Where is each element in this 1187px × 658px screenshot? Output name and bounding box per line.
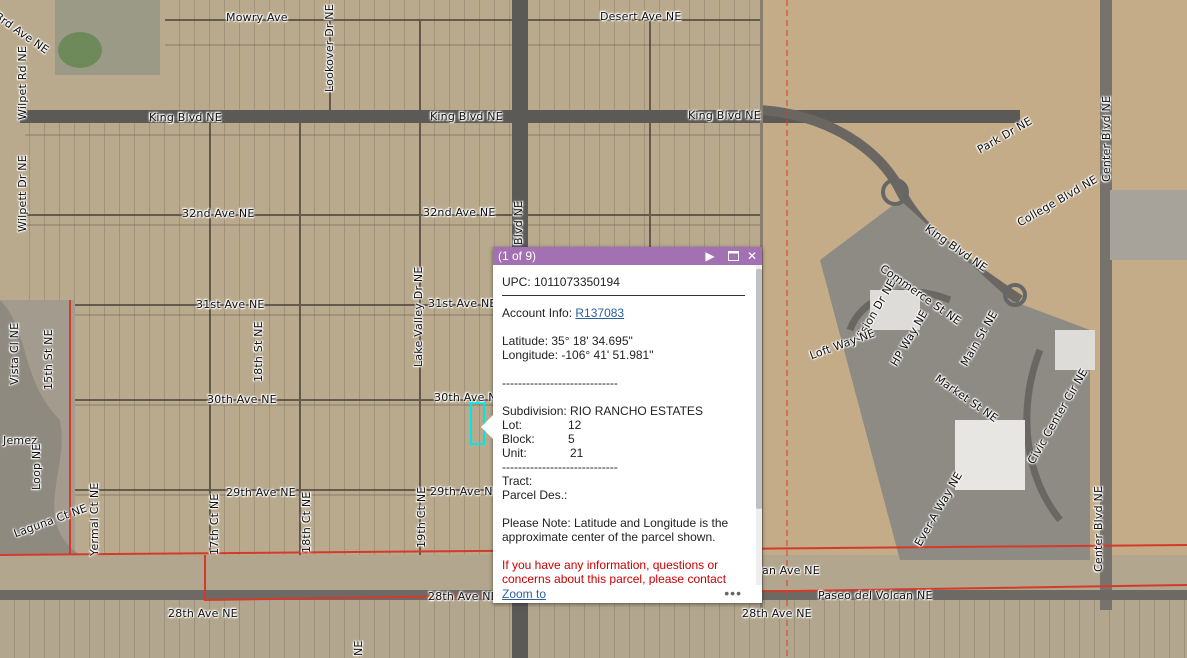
scrollbar-thumb[interactable]	[756, 269, 762, 509]
parcel-popup: (1 of 9) ▶ ✕ UPC: 1011073350194 Account …	[481, 247, 762, 603]
subdivision-text: Subdivision: RIO RANCHO ESTATES	[502, 404, 703, 418]
popup-pointer	[481, 415, 493, 439]
account-label: Account Info:	[502, 306, 576, 320]
divider	[502, 295, 745, 296]
unit-label: Unit:	[502, 446, 527, 460]
street-label: 28th Ave NE	[742, 607, 812, 620]
close-icon[interactable]: ✕	[744, 247, 760, 265]
street-label: 32nd Ave NE	[182, 207, 255, 220]
unit-value: 21	[570, 446, 584, 460]
block-row: Block: 5	[502, 432, 745, 446]
lot-row: Lot: 12	[502, 418, 745, 432]
street-label: Vista Cl NE	[8, 322, 21, 385]
street-label: 29th Ave NE	[226, 486, 296, 499]
divider-text: -----------------------------	[502, 460, 618, 474]
street-label: King Blvd NE	[430, 110, 503, 123]
street-label: 30th Ave N	[434, 391, 497, 404]
street-label: 30th Ave NE	[207, 393, 277, 406]
maximize-icon[interactable]	[725, 247, 741, 265]
divider-text: -----------------------------	[502, 376, 618, 390]
latitude-text: Latitude: 35° 18' 34.695"	[502, 334, 633, 348]
street-label: 29th Ave NE	[430, 485, 500, 498]
street-label: Mowry Ave	[226, 11, 288, 24]
street-label: 18th St NE	[252, 321, 265, 382]
popup-header: (1 of 9) ▶ ✕	[493, 247, 762, 265]
street-label: Loop NE	[30, 443, 43, 490]
street-label: Wilpet Rd NE	[16, 45, 29, 120]
street-label: 31st Ave NE	[428, 297, 497, 310]
tract-text: Tract:	[502, 474, 533, 488]
popup-footer: Zoom to •••	[493, 585, 754, 603]
lot-value: 12	[568, 418, 582, 432]
popup-content: UPC: 1011073350194 Account Info: R137083…	[493, 265, 754, 603]
account-link[interactable]: R137083	[575, 306, 624, 320]
street-label: 17th Ct NE	[208, 493, 221, 555]
street-label: 31st Ave NE	[196, 298, 265, 311]
street-label: Wilpett Dr NE	[16, 155, 29, 232]
play-icon[interactable]: ▶	[702, 247, 718, 265]
street-label: 15th St NE	[42, 329, 55, 390]
street-label: King Blvd NE	[688, 109, 761, 122]
street-label: Lake Valley Dr NE	[412, 266, 425, 367]
street-label: an Ave NE	[762, 564, 820, 577]
street-label: Center Blvd NE	[1100, 95, 1113, 182]
note-text: Please Note: Latitude and Longitude is t…	[502, 516, 729, 544]
zoom-to-link[interactable]: Zoom to	[502, 587, 546, 601]
block-value: 5	[568, 432, 575, 446]
street-label: Blvd NE	[512, 200, 525, 245]
street-label: Lookover Dr NE	[323, 4, 336, 92]
street-label: 32nd Ave NE	[423, 206, 496, 219]
street-label: 28th Ave NE	[168, 607, 238, 620]
account-info: Account Info: R137083	[502, 306, 745, 320]
street-label: 19th Ct NE	[415, 486, 428, 548]
warning-text: If you have any information, questions o…	[502, 558, 727, 586]
more-options-icon[interactable]: •••	[724, 585, 742, 601]
street-label: Center Blvd NE	[1092, 485, 1105, 572]
street-label: Desert Ave NE	[600, 10, 682, 23]
upc-text: UPC: 1011073350194	[502, 275, 620, 289]
unit-row: Unit: 21	[502, 446, 745, 460]
street-label: NE	[352, 640, 365, 656]
street-label: Yermal Ct NE	[88, 482, 101, 556]
block-label: Block:	[502, 432, 535, 446]
street-label: 18th Ct NE	[300, 491, 313, 553]
street-label: King Blvd NE	[149, 111, 222, 124]
parcel-des-text: Parcel Des.:	[502, 488, 568, 502]
street-label: Paseo del Volcan NE	[818, 589, 933, 602]
longitude-text: Longitude: -106° 41' 51.981"	[502, 348, 654, 362]
popup-title: (1 of 9)	[498, 249, 537, 263]
street-label: 28th Ave NE	[428, 590, 498, 603]
lot-label: Lot:	[502, 418, 523, 432]
